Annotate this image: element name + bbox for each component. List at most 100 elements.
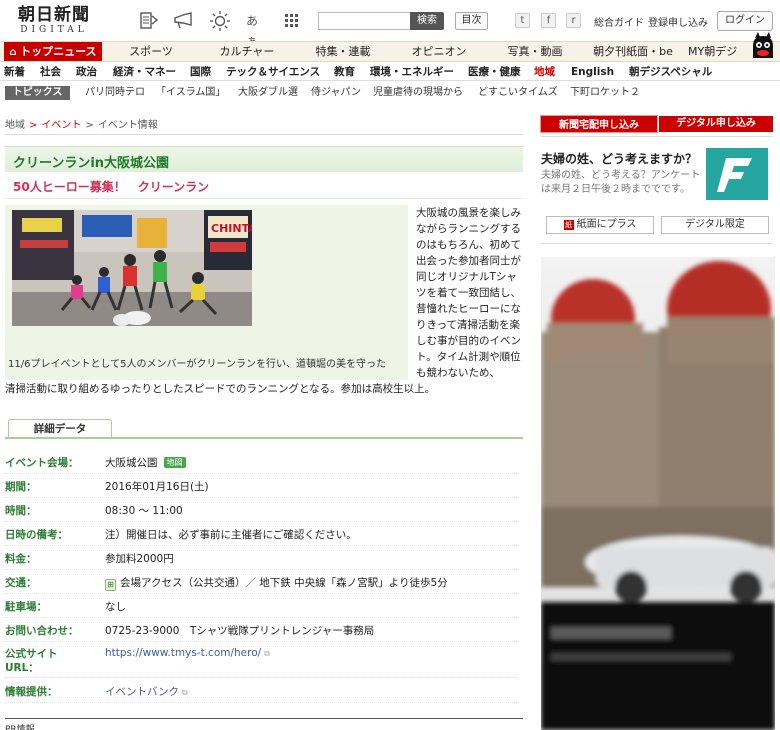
detail-row-provider: 情報提供： イベントバンク ⧉ xyxy=(5,679,517,703)
digital-only-button[interactable]: デジタル限定 xyxy=(661,216,769,234)
topic-link[interactable]: 下町ロケット２ xyxy=(570,86,640,100)
survey-text: 夫婦の姓、どう考える？アンケートは来月２日午後２時まででです。 xyxy=(541,170,701,195)
search-input[interactable] xyxy=(318,12,411,30)
photo-caption: 11/6プレイベントとして5人のメンバーがクリーンランを行い、道頓堀の美を守った xyxy=(8,359,387,370)
divider xyxy=(5,134,523,135)
topic-link[interactable]: 児童虐待の現場から xyxy=(373,86,463,100)
main-nav: ⌂ トップニュース スポーツ カルチャー 特集・連載 オピニオン 写真・動画 朝… xyxy=(0,41,780,62)
search-button[interactable]: 検索 xyxy=(410,12,444,30)
event-photo[interactable]: CHINTAI xyxy=(12,210,252,326)
official-site-link[interactable]: https://www.tmys-t.com/hero/ xyxy=(105,647,261,659)
subnav-item[interactable]: 新着 xyxy=(4,65,25,79)
detail-value: 2016年01月16日(土) xyxy=(105,481,209,493)
subnav-item[interactable]: 社会 xyxy=(40,65,61,79)
divider xyxy=(5,437,523,439)
rss-icon[interactable]: r xyxy=(566,13,581,28)
breadcrumb: 地域 > イベント > イベント情報 xyxy=(5,120,158,131)
forum-logo-icon[interactable] xyxy=(706,148,768,200)
subnav-item[interactable]: 環境・エネルギー xyxy=(370,65,454,79)
detail-value: イベントバンク ⧉ xyxy=(105,684,188,699)
detail-value: 08:30 ～ 11:00 xyxy=(105,505,183,517)
detail-label: 料金： xyxy=(5,553,37,565)
topic-link[interactable]: どすこいタイムズ xyxy=(478,86,558,100)
weather-icon[interactable] xyxy=(209,11,230,31)
topic-link[interactable]: パリ同時テロ xyxy=(85,86,145,100)
subnav-item-active[interactable]: 地域 xyxy=(534,65,555,79)
pr-info-label: PR情報 xyxy=(5,725,35,730)
facebook-icon[interactable]: f xyxy=(541,13,556,28)
nav-opinion[interactable]: オピニオン xyxy=(396,42,482,61)
topic-link[interactable]: 侍ジャパン xyxy=(311,86,361,100)
detail-label: 駐車場： xyxy=(5,601,47,613)
detail-row-parking: 駐車場： なし xyxy=(5,594,517,618)
login-button[interactable]: ログイン xyxy=(717,11,773,31)
details-tab: 詳細データ xyxy=(8,419,112,438)
nav-culture[interactable]: カルチャー xyxy=(204,42,290,61)
survey-title[interactable]: 夫婦の姓、どう考えますか？ xyxy=(541,150,697,167)
detail-value: 0725-23-9000 Tシャツ戦隊プリントレンジャー事務局 xyxy=(105,625,375,637)
hiragana-icon[interactable]: あぁ xyxy=(246,11,266,48)
detail-label: 期間： xyxy=(5,481,37,493)
detail-row-contact: お問い合わせ： 0725-23-9000 Tシャツ戦隊プリントレンジャー事務局 xyxy=(5,618,517,642)
external-link-icon: ⧉ xyxy=(264,649,270,658)
text-size-icon[interactable] xyxy=(139,11,159,31)
divider xyxy=(5,718,523,719)
photo-box: CHINTAI xyxy=(5,205,408,380)
detail-row-period: 期間： 2016年01月16日(土) xyxy=(5,474,517,498)
subnav-item[interactable]: テック＆サイエンス xyxy=(226,65,320,79)
topics-bar: トピックス パリ同時テロ 「イスラム国」 大阪ダブル選 侍ジャパン 児童虐待の現… xyxy=(0,84,780,102)
detail-value: 参加料2000円 xyxy=(105,553,174,565)
article-title-bar: クリーンランin大阪城公園 xyxy=(5,146,523,172)
grid-menu-icon[interactable] xyxy=(284,11,304,31)
detail-label: イベント会場： xyxy=(5,457,79,469)
detail-value: 大阪城公園 地図 xyxy=(105,455,186,470)
home-icon: ⌂ xyxy=(9,47,21,58)
subnav-item[interactable]: 国際 xyxy=(190,65,211,79)
subnav-item[interactable]: 経済・マネー xyxy=(113,65,176,79)
contents-button[interactable]: 目次 xyxy=(455,12,488,30)
article-title: クリーンランin大阪城公園 xyxy=(13,156,170,171)
topics-label: トピックス xyxy=(5,86,70,100)
newspaper-subscribe-button[interactable]: 新聞宅配申し込み xyxy=(540,115,658,133)
detail-row-fee: 料金： 参加料2000円 xyxy=(5,546,517,570)
detail-row-url: 公式サイト URL： https://www.tmys-t.com/hero/⧉ xyxy=(5,642,517,678)
mascot-icon[interactable] xyxy=(749,32,777,62)
detail-value: ⊞ 会場アクセス（公共交通）／ 地下鉄 中央線「森ノ宮駅」より徒歩5分 xyxy=(105,575,448,591)
logo-main-text: 朝日新聞 xyxy=(18,5,90,25)
digital-subscribe-button[interactable]: デジタル申し込み xyxy=(659,116,773,132)
breadcrumb-item[interactable]: イベント xyxy=(41,120,81,131)
subnav-item[interactable]: 政治 xyxy=(76,65,97,79)
topic-link[interactable]: 大阪ダブル選 xyxy=(238,86,298,100)
nav-sports[interactable]: スポーツ xyxy=(108,42,194,61)
subnav-item[interactable]: 朝デジスペシャル xyxy=(629,65,712,79)
twitter-icon[interactable]: t xyxy=(515,13,530,28)
nav-top-news[interactable]: ⌂ トップニュース xyxy=(4,42,102,61)
subnav-item[interactable]: 医療・健康 xyxy=(468,65,521,79)
article-subtitle: 50人ヒーロー募集！ クリーンラン xyxy=(13,180,210,194)
venue-text: 大阪城公園 xyxy=(105,457,158,469)
detail-label: 情報提供： xyxy=(5,686,58,698)
signup-link[interactable]: 登録申し込み xyxy=(648,14,708,29)
topic-link[interactable]: 「イスラム国」 xyxy=(156,86,225,100)
subnav-item[interactable]: English xyxy=(571,65,614,79)
detail-label: 公式サイト URL： xyxy=(5,648,58,674)
nav-features[interactable]: 特集・連載 xyxy=(300,42,386,61)
train-icon: ⊞ xyxy=(105,579,116,591)
subnav-item[interactable]: 教育 xyxy=(334,65,355,79)
map-badge[interactable]: 地図 xyxy=(163,457,186,468)
photo-sign-text: CHINTAI xyxy=(211,222,252,235)
paper-plus-button[interactable]: 紙紙面にプラス xyxy=(546,216,654,234)
breadcrumb-item[interactable]: 地域 xyxy=(5,120,25,131)
paper-plus-label: 紙面にプラス xyxy=(576,219,637,230)
nav-photo-video[interactable]: 写真・動画 xyxy=(492,42,578,61)
advertisement-image[interactable] xyxy=(541,257,775,730)
article-body: 大阪城の風景を楽しみながらランニングするのはもちろん、初めて出会った参加者同士が… xyxy=(416,207,521,379)
megaphone-icon[interactable] xyxy=(173,11,193,31)
provider-link[interactable]: イベントバンク xyxy=(105,686,179,698)
nav-my-asadigi[interactable]: MY朝デジ xyxy=(688,42,748,61)
detail-value: https://www.tmys-t.com/hero/⧉ xyxy=(105,647,270,659)
nav-paper-be[interactable]: 朝夕刊紙面・be xyxy=(588,42,678,61)
divider xyxy=(5,198,523,199)
asahi-logo[interactable]: 朝日新聞 DIGITAL xyxy=(12,5,96,37)
guide-link[interactable]: 総合ガイド xyxy=(594,14,644,29)
